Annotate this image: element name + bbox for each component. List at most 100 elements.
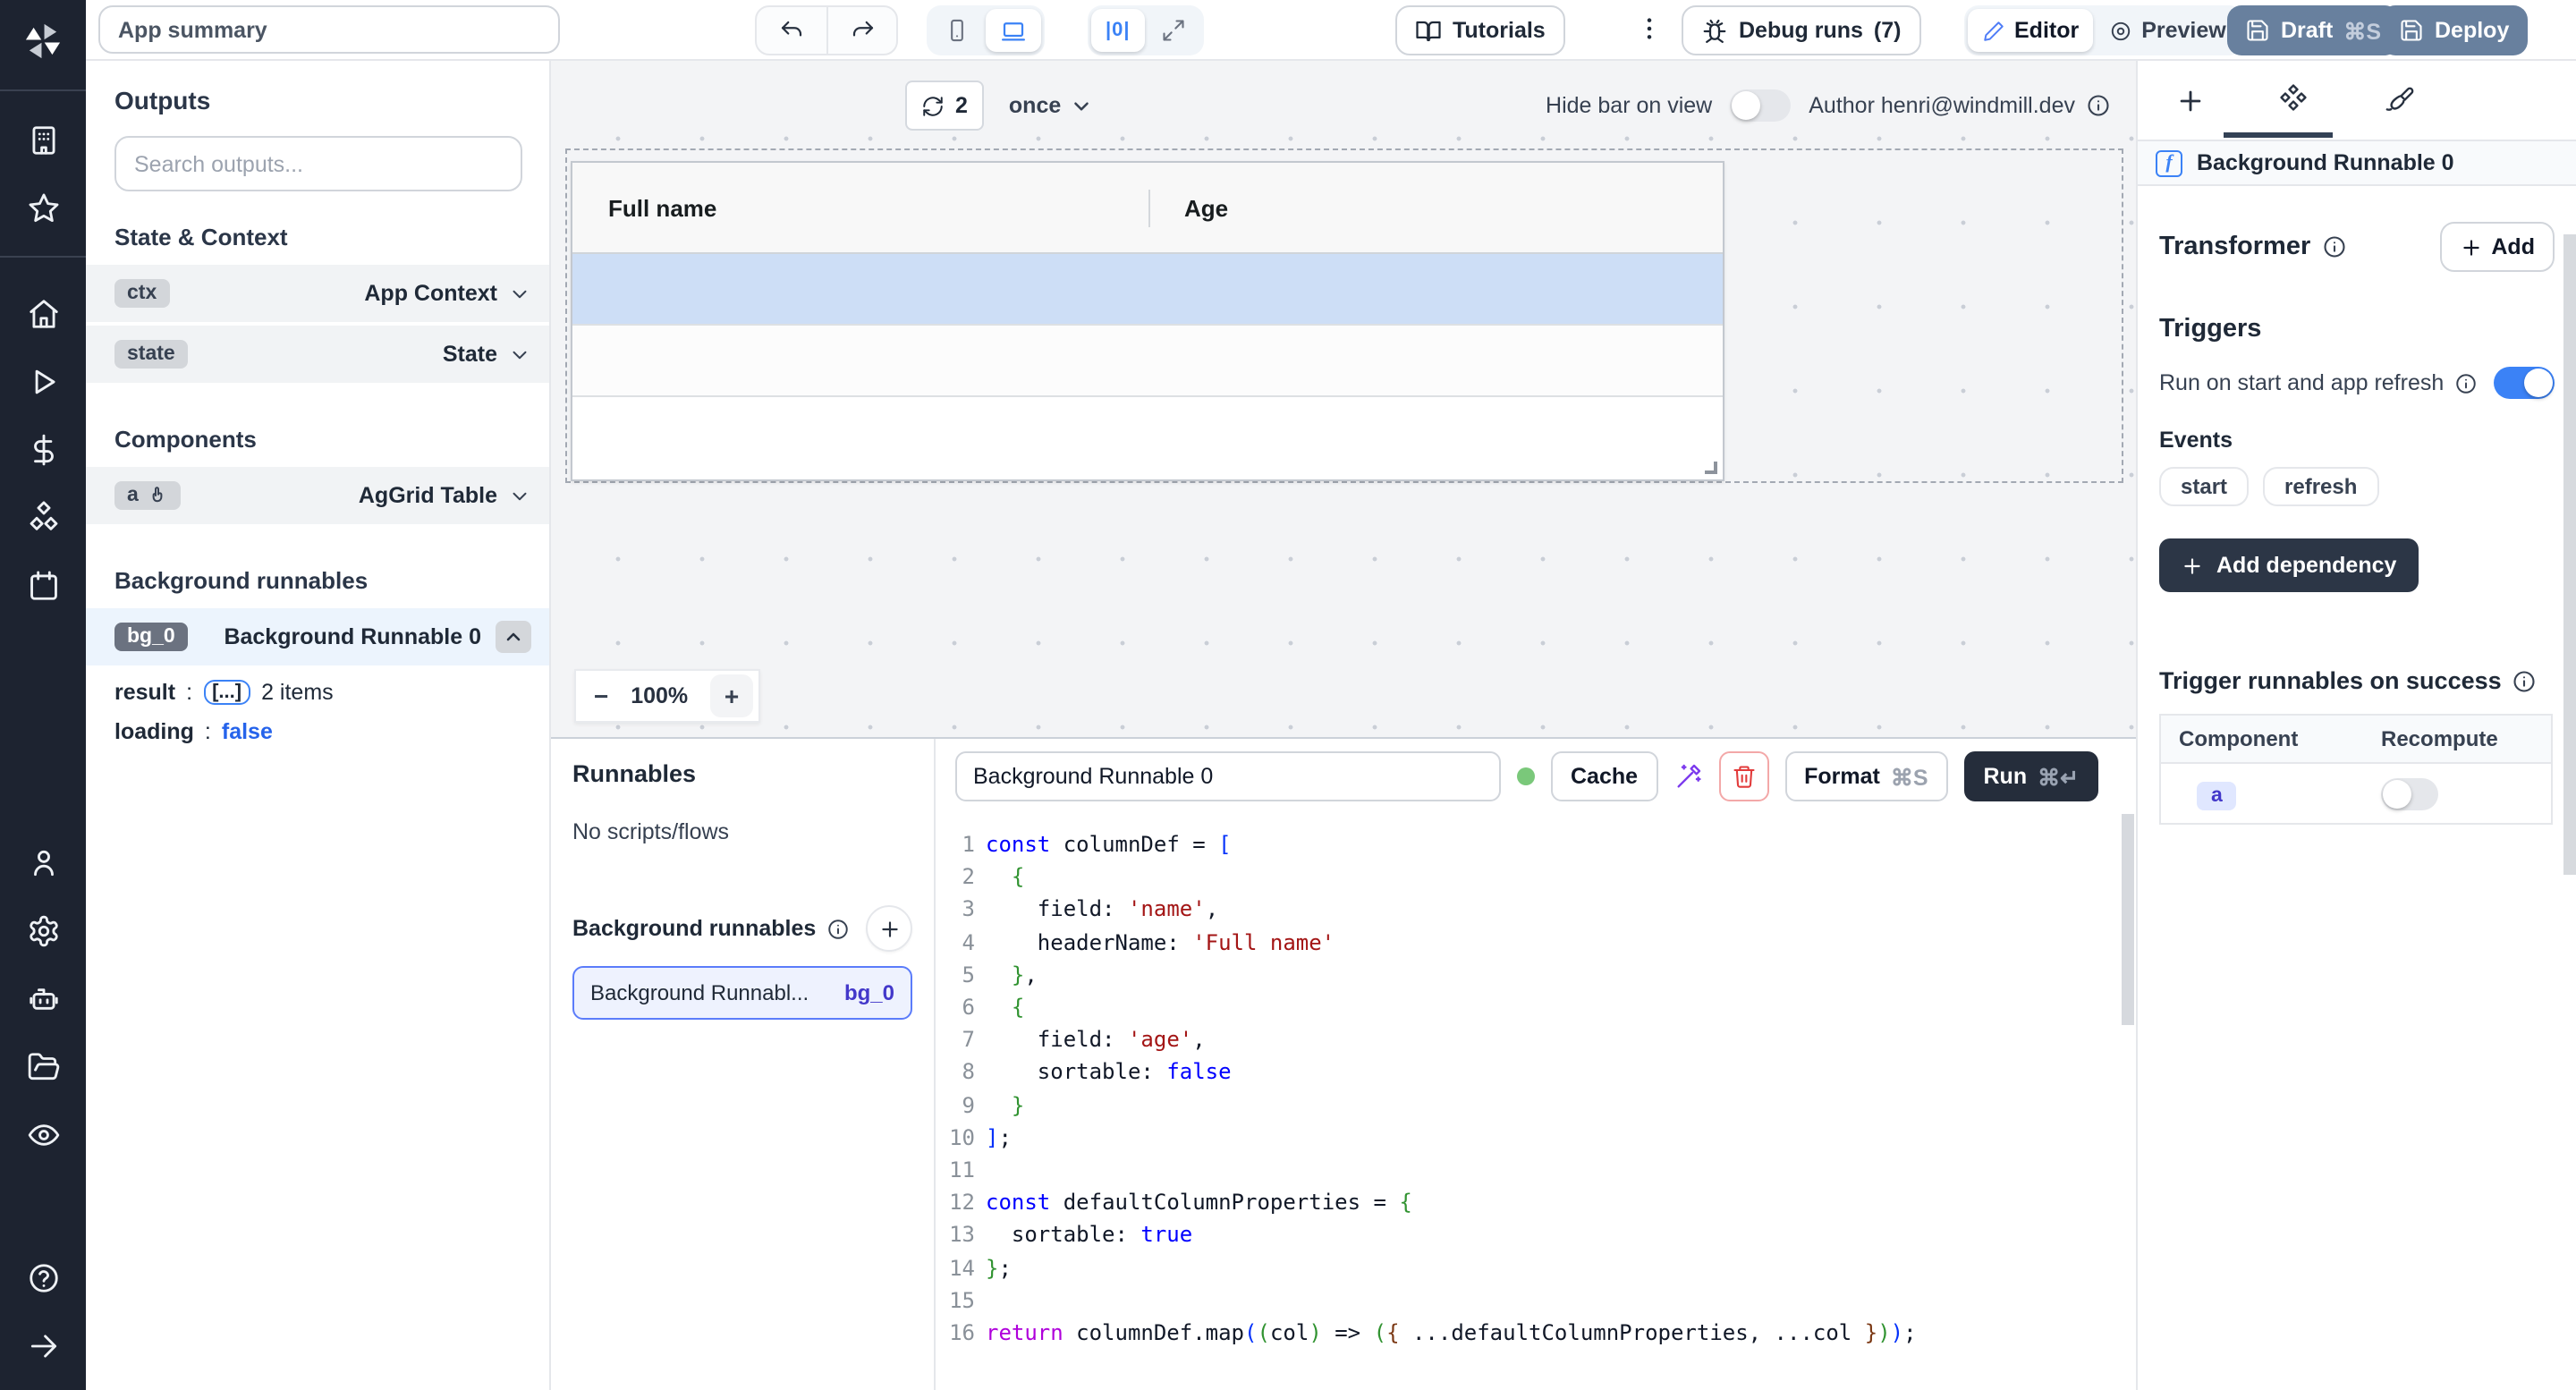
refresh-count-button[interactable]: 2 xyxy=(905,81,984,131)
ctx-type: App Context xyxy=(364,281,497,306)
run-on-start-toggle[interactable] xyxy=(2494,367,2555,399)
ctx-row[interactable]: ctx App Context xyxy=(86,265,549,322)
windmill-logo-icon[interactable] xyxy=(20,18,66,73)
collapse-button[interactable] xyxy=(496,621,531,653)
debug-runs-button[interactable]: Debug runs (7) xyxy=(1682,5,1920,55)
table-row[interactable] xyxy=(572,326,1723,397)
zoom-out-button[interactable]: − xyxy=(594,683,608,708)
save-icon xyxy=(2245,18,2270,43)
gear-icon[interactable] xyxy=(0,896,86,964)
code-lines[interactable]: const columnDef = [ { field: 'name', hea… xyxy=(986,828,2118,1390)
on-success-table: Component Recompute a xyxy=(2159,714,2553,825)
dollar-icon[interactable] xyxy=(0,415,86,483)
add-transformer-button[interactable]: Add xyxy=(2439,222,2555,272)
result-key: result xyxy=(114,680,175,705)
rail-divider xyxy=(0,89,86,91)
styling-tab[interactable] xyxy=(2356,61,2442,140)
code-gutter: 12345678910111213141516 xyxy=(936,828,986,1390)
redo-button[interactable] xyxy=(826,7,896,54)
zoom-in-button[interactable]: + xyxy=(710,674,753,717)
hide-bar-toggle[interactable] xyxy=(1730,89,1791,122)
user-icon[interactable] xyxy=(0,828,86,896)
settings-tab[interactable] xyxy=(2250,61,2336,140)
result-expand-chip[interactable]: [...] xyxy=(203,680,250,705)
function-icon: f xyxy=(2156,149,2182,176)
resize-handle[interactable] xyxy=(1705,462,1717,474)
component-settings-panel: f Background Runnable 0 Transformer Add … xyxy=(2136,61,2576,1390)
info-icon[interactable] xyxy=(826,917,850,940)
star-icon[interactable] xyxy=(0,174,86,242)
editor-tab[interactable]: Editor xyxy=(1968,9,2093,52)
tutorials-button[interactable]: Tutorials xyxy=(1395,5,1565,55)
editor-label: Editor xyxy=(2014,18,2079,43)
preview-label: Preview xyxy=(2141,18,2226,43)
plus-icon xyxy=(2459,235,2482,259)
bug-icon xyxy=(1701,17,1728,44)
events-title: Events xyxy=(2159,428,2555,453)
ctx-badge: ctx xyxy=(114,279,169,308)
right-panel-scrollbar[interactable] xyxy=(2563,234,2576,875)
column-header-age[interactable]: Age xyxy=(1148,194,1228,221)
eye-icon[interactable] xyxy=(0,1100,86,1168)
add-dependency-button[interactable]: Add dependency xyxy=(2159,538,2418,592)
deploy-button[interactable]: Deploy xyxy=(2381,5,2527,55)
left-rail xyxy=(0,0,86,1390)
table-row-selected[interactable] xyxy=(572,254,1723,326)
home-icon[interactable] xyxy=(0,279,86,347)
insert-component-tab[interactable] xyxy=(2147,61,2233,140)
info-icon[interactable] xyxy=(2454,371,2478,394)
run-button[interactable]: Run ⌘↵ xyxy=(1964,751,2099,801)
mobile-view-button[interactable] xyxy=(930,9,984,52)
info-icon[interactable] xyxy=(2512,668,2538,693)
bg-runnable-item[interactable]: Background Runnabl... bg_0 xyxy=(572,966,912,1020)
undo-button[interactable] xyxy=(757,7,826,54)
component-a-row[interactable]: a AgGrid Table xyxy=(86,467,549,524)
more-menu-button[interactable] xyxy=(1635,14,1664,52)
column-divider[interactable] xyxy=(1148,190,1150,227)
format-label: Format xyxy=(1804,764,1880,789)
layout-toggle: |0| xyxy=(1088,5,1204,55)
plus-icon xyxy=(2174,85,2205,115)
result-output-line: result : [...] 2 items xyxy=(114,680,521,705)
center-align-button[interactable]: |0| xyxy=(1091,9,1145,52)
boxes-icon[interactable] xyxy=(0,483,86,551)
preview-tab[interactable]: Preview xyxy=(2095,9,2241,52)
outputs-title: Outputs xyxy=(114,86,521,114)
app-canvas[interactable]: 2 once Hide bar on view Author henri@win… xyxy=(551,61,2136,737)
run-label: Run xyxy=(1984,764,2028,789)
bg0-row[interactable]: bg_0 Background Runnable 0 xyxy=(86,608,549,665)
ai-wand-icon[interactable] xyxy=(1674,762,1702,791)
desktop-view-button[interactable] xyxy=(986,9,1041,52)
search-outputs-input[interactable] xyxy=(114,136,522,191)
play-icon[interactable] xyxy=(0,347,86,415)
aggrid-table-component[interactable]: Full name Age xyxy=(571,161,1724,481)
format-button[interactable]: Format ⌘S xyxy=(1784,751,1947,801)
canvas-toolbar: 2 once Hide bar on view Author henri@win… xyxy=(551,79,2136,132)
robot-icon[interactable] xyxy=(0,964,86,1032)
fullwidth-button[interactable] xyxy=(1147,9,1200,52)
chevron-down-icon xyxy=(508,343,531,366)
debug-runs-label: Debug runs xyxy=(1739,18,1863,43)
building-icon[interactable] xyxy=(0,106,86,174)
help-circle-icon[interactable] xyxy=(0,1243,86,1311)
delete-button[interactable] xyxy=(1718,751,1768,801)
editor-header: Cache Format ⌘S Run ⌘↵ xyxy=(936,748,2136,805)
editor-preview-toggle: Editor Preview xyxy=(1964,5,2244,55)
arrow-right-icon[interactable] xyxy=(0,1311,86,1379)
runnable-name-input[interactable] xyxy=(955,751,1501,801)
frequency-dropdown[interactable]: once xyxy=(1009,93,1093,118)
book-open-icon xyxy=(1415,17,1442,44)
draft-button[interactable]: Draft ⌘S xyxy=(2227,5,2399,55)
column-header-full-name[interactable]: Full name xyxy=(572,194,1148,221)
info-icon[interactable] xyxy=(2086,93,2111,118)
add-runnable-button[interactable] xyxy=(866,905,912,952)
folder-open-icon[interactable] xyxy=(0,1032,86,1100)
state-row[interactable]: state State xyxy=(86,326,549,383)
chevron-down-icon xyxy=(1070,94,1093,117)
app-summary-input[interactable] xyxy=(98,5,560,54)
cache-button[interactable]: Cache xyxy=(1551,751,1657,801)
recompute-toggle[interactable] xyxy=(2381,777,2438,809)
editor-scrollbar[interactable] xyxy=(2122,814,2134,1025)
calendar-icon[interactable] xyxy=(0,551,86,619)
info-icon[interactable] xyxy=(2321,234,2346,259)
